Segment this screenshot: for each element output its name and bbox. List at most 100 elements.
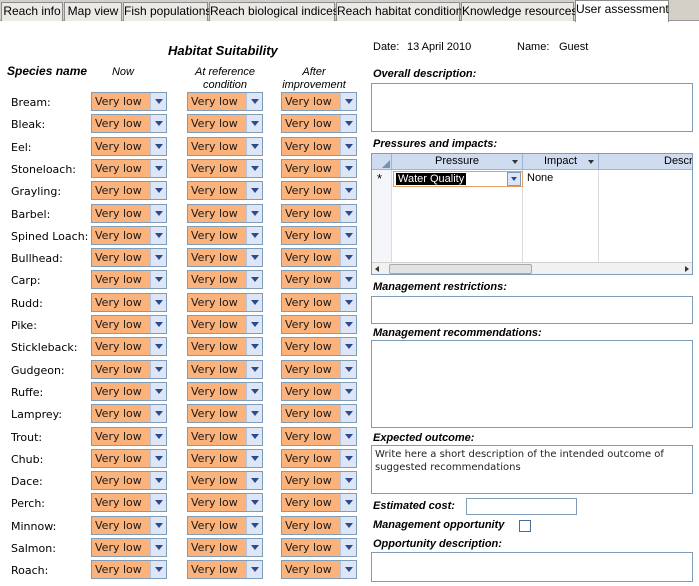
suitability-reference-select[interactable]: Very low	[187, 92, 263, 111]
chevron-down-icon[interactable]	[246, 115, 262, 132]
suitability-now-select[interactable]: Very low	[91, 226, 167, 245]
chevron-down-icon[interactable]	[246, 271, 262, 288]
chevron-down-icon[interactable]	[340, 294, 356, 311]
chevron-down-icon[interactable]	[150, 428, 166, 445]
suitability-now-select[interactable]: Very low	[91, 449, 167, 468]
overall-description-input[interactable]	[371, 83, 693, 132]
chevron-down-icon[interactable]	[150, 115, 166, 132]
chevron-down-icon[interactable]	[246, 93, 262, 110]
suitability-reference-select[interactable]: Very low	[187, 181, 263, 200]
estimated-cost-input[interactable]	[466, 498, 577, 515]
chevron-down-icon[interactable]	[246, 182, 262, 199]
chevron-down-icon[interactable]	[150, 227, 166, 244]
chevron-down-icon[interactable]	[150, 182, 166, 199]
chevron-down-icon[interactable]	[340, 249, 356, 266]
suitability-now-select[interactable]: Very low	[91, 382, 167, 401]
chevron-down-icon[interactable]	[340, 138, 356, 155]
chevron-down-icon[interactable]	[150, 138, 166, 155]
suitability-after-select[interactable]: Very low	[281, 427, 357, 446]
tab-user-assessment[interactable]: User assessment	[575, 0, 669, 22]
chevron-down-icon[interactable]	[150, 205, 166, 222]
chevron-down-icon[interactable]	[246, 539, 262, 556]
suitability-after-select[interactable]: Very low	[281, 560, 357, 579]
pressures-grid[interactable]: Pressure Impact Descr * Water Quality No…	[371, 153, 693, 275]
tab-map-view[interactable]: Map view	[64, 2, 122, 21]
grid-header-description[interactable]: Descr	[599, 154, 692, 170]
suitability-now-select[interactable]: Very low	[91, 293, 167, 312]
suitability-now-select[interactable]: Very low	[91, 560, 167, 579]
chevron-down-icon[interactable]	[246, 160, 262, 177]
suitability-reference-select[interactable]: Very low	[187, 270, 263, 289]
suitability-reference-select[interactable]: Very low	[187, 493, 263, 512]
chevron-down-icon[interactable]	[340, 115, 356, 132]
chevron-down-icon[interactable]	[150, 561, 166, 578]
suitability-now-select[interactable]: Very low	[91, 248, 167, 267]
suitability-reference-select[interactable]: Very low	[187, 471, 263, 490]
suitability-now-select[interactable]: Very low	[91, 516, 167, 535]
pressure-cell-editor[interactable]: Water Quality	[393, 171, 523, 187]
chevron-down-icon[interactable]	[340, 517, 356, 534]
chevron-down-icon[interactable]	[150, 338, 166, 355]
grid-horizontal-scrollbar[interactable]	[372, 262, 692, 274]
chevron-down-icon[interactable]	[246, 472, 262, 489]
suitability-reference-select[interactable]: Very low	[187, 293, 263, 312]
chevron-down-icon[interactable]	[340, 160, 356, 177]
chevron-down-icon[interactable]	[150, 517, 166, 534]
suitability-reference-select[interactable]: Very low	[187, 538, 263, 557]
suitability-after-select[interactable]: Very low	[281, 92, 357, 111]
suitability-reference-select[interactable]: Very low	[187, 449, 263, 468]
suitability-now-select[interactable]: Very low	[91, 181, 167, 200]
suitability-after-select[interactable]: Very low	[281, 137, 357, 156]
chevron-down-icon[interactable]	[246, 383, 262, 400]
chevron-down-icon[interactable]	[246, 428, 262, 445]
suitability-now-select[interactable]: Very low	[91, 204, 167, 223]
chevron-down-icon[interactable]	[340, 494, 356, 511]
chevron-down-icon[interactable]	[246, 205, 262, 222]
suitability-now-select[interactable]: Very low	[91, 315, 167, 334]
suitability-reference-select[interactable]: Very low	[187, 516, 263, 535]
suitability-after-select[interactable]: Very low	[281, 337, 357, 356]
suitability-reference-select[interactable]: Very low	[187, 315, 263, 334]
suitability-reference-select[interactable]: Very low	[187, 360, 263, 379]
suitability-after-select[interactable]: Very low	[281, 382, 357, 401]
pressure-dropdown-button[interactable]	[507, 172, 521, 186]
suitability-now-select[interactable]: Very low	[91, 270, 167, 289]
suitability-after-select[interactable]: Very low	[281, 293, 357, 312]
suitability-reference-select[interactable]: Very low	[187, 114, 263, 133]
chevron-down-icon[interactable]	[340, 205, 356, 222]
suitability-reference-select[interactable]: Very low	[187, 560, 263, 579]
tab-reach-habitat-condition[interactable]: Reach habitat condition	[336, 2, 462, 21]
suitability-after-select[interactable]: Very low	[281, 493, 357, 512]
chevron-down-icon[interactable]	[340, 383, 356, 400]
chevron-down-icon[interactable]	[150, 539, 166, 556]
suitability-now-select[interactable]: Very low	[91, 337, 167, 356]
suitability-now-select[interactable]: Very low	[91, 137, 167, 156]
suitability-after-select[interactable]: Very low	[281, 248, 357, 267]
suitability-reference-select[interactable]: Very low	[187, 248, 263, 267]
chevron-down-icon[interactable]	[246, 405, 262, 422]
suitability-now-select[interactable]: Very low	[91, 159, 167, 178]
chevron-down-icon[interactable]	[246, 338, 262, 355]
chevron-down-icon[interactable]	[150, 294, 166, 311]
management-opportunity-checkbox[interactable]	[519, 520, 531, 532]
chevron-down-icon[interactable]	[150, 405, 166, 422]
chevron-down-icon[interactable]	[340, 428, 356, 445]
chevron-down-icon[interactable]	[246, 561, 262, 578]
chevron-down-icon[interactable]	[340, 539, 356, 556]
suitability-reference-select[interactable]: Very low	[187, 382, 263, 401]
suitability-now-select[interactable]: Very low	[91, 427, 167, 446]
chevron-down-icon[interactable]	[150, 160, 166, 177]
suitability-reference-select[interactable]: Very low	[187, 204, 263, 223]
chevron-down-icon[interactable]	[340, 182, 356, 199]
suitability-now-select[interactable]: Very low	[91, 404, 167, 423]
tab-reach-info[interactable]: Reach info	[1, 2, 63, 21]
chevron-down-icon[interactable]	[150, 316, 166, 333]
suitability-reference-select[interactable]: Very low	[187, 337, 263, 356]
suitability-reference-select[interactable]: Very low	[187, 427, 263, 446]
suitability-now-select[interactable]: Very low	[91, 538, 167, 557]
chevron-down-icon[interactable]	[340, 271, 356, 288]
chevron-down-icon[interactable]	[340, 405, 356, 422]
chevron-down-icon[interactable]	[246, 138, 262, 155]
chevron-down-icon[interactable]	[246, 361, 262, 378]
chevron-down-icon[interactable]	[150, 450, 166, 467]
